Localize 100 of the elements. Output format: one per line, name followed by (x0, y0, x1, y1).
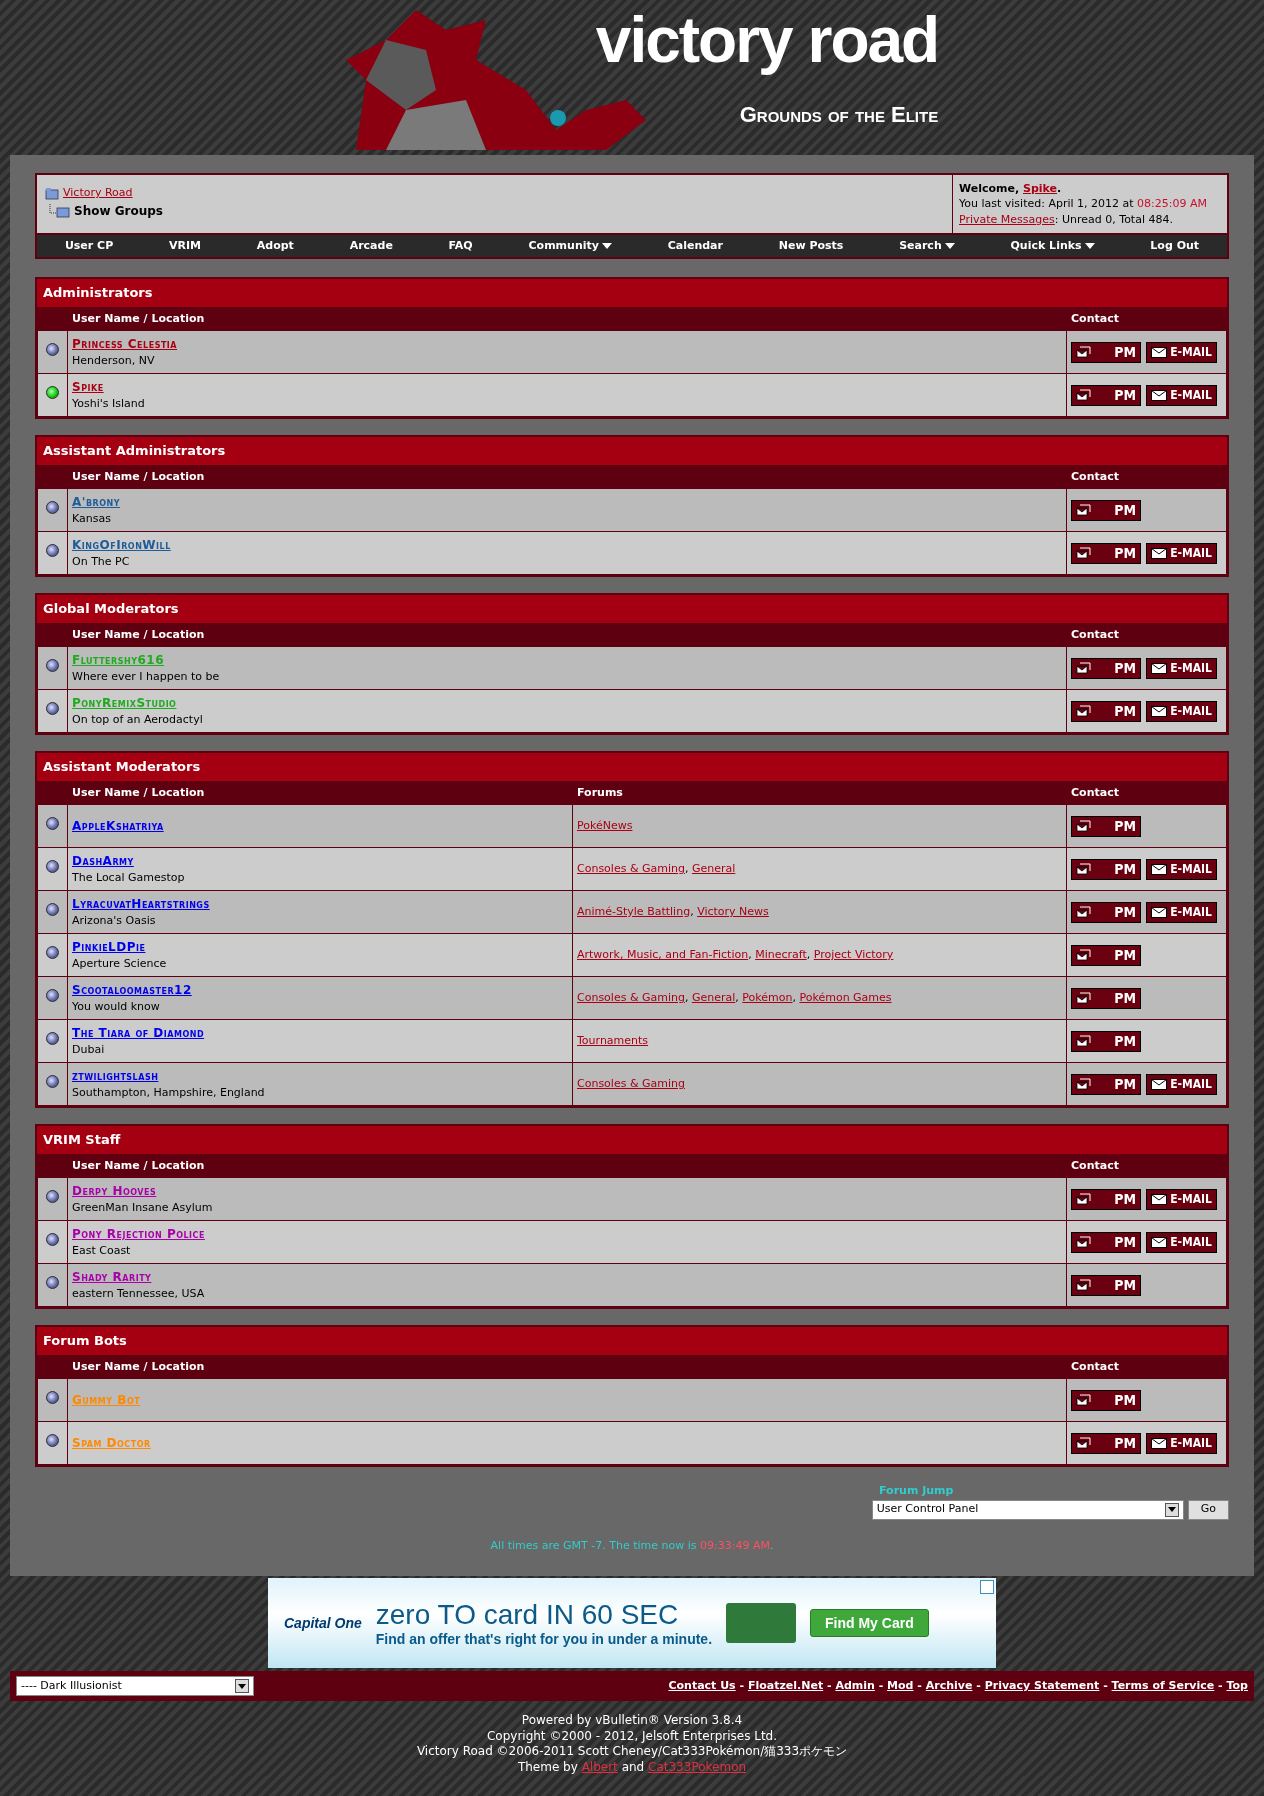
member-name-link[interactable]: PinkieLDPie (72, 937, 146, 956)
forum-link[interactable]: General (691, 861, 736, 875)
nav-link[interactable]: New Posts (778, 237, 844, 255)
member-name-link[interactable]: AppleKshatriya (72, 816, 164, 835)
member-name-link[interactable]: ztwilightslash (72, 1066, 159, 1085)
pm-button[interactable]: PM (1071, 987, 1141, 1009)
pm-button[interactable]: PM (1071, 700, 1141, 722)
pm-button[interactable]: PM (1071, 1231, 1141, 1253)
forum-link[interactable]: Consoles & Gaming (577, 1076, 685, 1090)
footer-link[interactable]: Mod (887, 1677, 914, 1695)
member-name-link[interactable]: A'brony (72, 492, 120, 511)
member-name-link[interactable]: DashArmy (72, 851, 134, 870)
comma-separator: , (690, 904, 695, 918)
email-button[interactable]: E-MAIL (1146, 657, 1217, 679)
forum-link[interactable]: Victory News (697, 904, 769, 918)
pm-button[interactable]: PM (1071, 1030, 1141, 1052)
forum-link[interactable]: Tournaments (577, 1033, 649, 1047)
nav-link[interactable]: Community (528, 237, 612, 255)
nav-link[interactable]: VRIM (169, 237, 201, 255)
email-button[interactable]: E-MAIL (1146, 858, 1217, 880)
email-button[interactable]: E-MAIL (1146, 1073, 1217, 1095)
member-name-link[interactable]: LyracuvatHeartstrings (72, 894, 210, 913)
envelopes-icon (1076, 705, 1091, 718)
comma-separator: , (792, 990, 797, 1004)
email-button[interactable]: E-MAIL (1146, 384, 1217, 406)
envelope-icon (1151, 906, 1167, 918)
footer-link[interactable]: Terms of Service (1111, 1677, 1215, 1695)
footer-link[interactable]: Contact Us (668, 1677, 736, 1695)
envelopes-icon (1076, 820, 1091, 833)
column-header: User Name / Location (67, 623, 1067, 647)
footer-link[interactable]: Floatzel.Net (747, 1677, 824, 1695)
nav-link[interactable]: Calendar (667, 237, 723, 255)
email-button[interactable]: E-MAIL (1146, 542, 1217, 564)
email-button[interactable]: E-MAIL (1146, 1432, 1217, 1454)
nav-link[interactable]: Quick Links (1010, 237, 1095, 255)
ad-info-icon[interactable] (980, 1580, 994, 1595)
link-separator: - (877, 1677, 885, 1694)
member-name-link[interactable]: Scootaloomaster12 (72, 980, 192, 999)
theme-credit: Theme by Albert and Cat333Pokemon (516, 1759, 748, 1776)
forum-jump-select[interactable]: User Control Panel (871, 1499, 1184, 1520)
go-button[interactable]: Go (1187, 1499, 1229, 1520)
footer-link[interactable]: Top (1226, 1677, 1248, 1695)
breadcrumb-link[interactable]: Victory Road (63, 185, 133, 202)
pm-button[interactable]: PM (1071, 499, 1141, 521)
member-name-link[interactable]: Pony Rejection Police (72, 1224, 205, 1243)
card-picture (726, 1603, 796, 1644)
envelopes-icon (1076, 949, 1091, 962)
pm-button[interactable]: PM (1071, 1274, 1141, 1296)
private-messages-link[interactable]: Private Messages (959, 212, 1055, 226)
member-location: Dubai (72, 1042, 106, 1059)
pm-button[interactable]: PM (1071, 341, 1141, 363)
pm-button[interactable]: PM (1071, 901, 1141, 923)
member-name-link[interactable]: KingOfIronWill (72, 535, 171, 554)
email-button[interactable]: E-MAIL (1146, 341, 1217, 363)
pm-button[interactable]: PM (1071, 542, 1141, 564)
email-button[interactable]: E-MAIL (1146, 1188, 1217, 1210)
forum-link[interactable]: Consoles & Gaming (577, 861, 685, 875)
footer-link[interactable]: Admin (835, 1677, 875, 1695)
pm-button[interactable]: PM (1071, 944, 1141, 966)
pm-button[interactable]: PM (1071, 1389, 1141, 1411)
ad-banner[interactable]: Capital One zero TO card IN 60 SEC Find an offer that's right for you in under a minute. Find My Card (268, 1578, 996, 1669)
pm-button[interactable]: PM (1071, 1432, 1141, 1454)
column-header: Contact (1066, 1154, 1227, 1178)
nav-link[interactable]: User CP (64, 237, 114, 255)
nav-link[interactable]: FAQ (448, 237, 473, 255)
copyright-line: Victory Road ©2006-2011 Scott Cheney/Cat333Pokémon/猫333ポケモン (415, 1744, 849, 1760)
footer-link[interactable]: Archive (925, 1677, 973, 1695)
pm-button[interactable]: PM (1071, 384, 1141, 406)
envelopes-icon (1076, 906, 1091, 919)
link-separator: - (916, 1677, 923, 1694)
nav-link[interactable]: Log Out (1150, 237, 1200, 255)
member-location: Where ever I happen to be (72, 669, 221, 686)
pm-button[interactable]: PM (1071, 858, 1141, 880)
forum-link[interactable]: PokéNews (577, 818, 633, 832)
member-name-link[interactable]: Princess Celestia (72, 334, 178, 353)
nav-link[interactable]: Adopt (256, 237, 294, 255)
envelope-icon (1151, 1193, 1167, 1205)
forum-link[interactable]: Consoles & Gaming (577, 990, 685, 1004)
page-heading: Show Groups (74, 202, 163, 220)
email-button[interactable]: E-MAIL (1146, 901, 1217, 923)
pm-button[interactable]: PM (1071, 815, 1141, 837)
pm-button[interactable]: PM (1071, 1188, 1141, 1210)
envelope-icon (1151, 662, 1167, 674)
nav-link[interactable]: Arcade (349, 237, 393, 255)
member-name-link[interactable]: The Tiara of Diamond (72, 1023, 205, 1042)
forum-link[interactable]: Minecraft (755, 947, 807, 961)
email-button[interactable]: E-MAIL (1146, 1231, 1217, 1253)
pm-button[interactable]: PM (1071, 1073, 1141, 1095)
email-button[interactable]: E-MAIL (1146, 700, 1217, 722)
welcome-text: Welcome, Spike. (959, 181, 1063, 197)
nav-link[interactable]: Search (899, 237, 955, 255)
member-name-link[interactable]: Spike (72, 377, 104, 396)
style-select[interactable]: ---- Dark Illusionist (16, 1676, 254, 1697)
pm-button[interactable]: PM (1071, 657, 1141, 679)
forum-link[interactable]: Project Victory (813, 947, 894, 961)
footer-link[interactable]: Privacy Statement (984, 1677, 1100, 1695)
member-location: On top of an Aerodactyl (72, 712, 204, 729)
member-location: You would know (72, 999, 161, 1016)
forum-link[interactable]: Pokémon Games (799, 990, 892, 1004)
envelopes-icon (1076, 1193, 1091, 1206)
